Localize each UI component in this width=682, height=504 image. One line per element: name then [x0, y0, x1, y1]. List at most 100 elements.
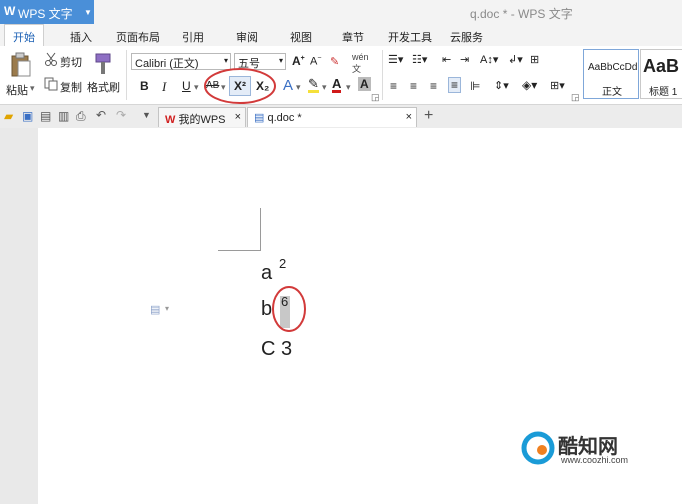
- style-label: 标题 1: [649, 87, 678, 98]
- dialog-launcher-icon[interactable]: ◲: [571, 92, 580, 103]
- tab-review[interactable]: 审阅: [236, 29, 258, 45]
- chevron-down-icon[interactable]: ▾: [165, 304, 169, 313]
- style-heading-1[interactable]: AaB 标题 1: [640, 49, 682, 99]
- tab-developer[interactable]: 开发工具: [388, 29, 432, 45]
- format-painter-icon[interactable]: [92, 52, 114, 76]
- italic-button[interactable]: I: [162, 79, 166, 95]
- undo-icon[interactable]: ↶: [96, 108, 106, 122]
- window-title: q.doc * - WPS 文字: [470, 7, 573, 21]
- chevron-down-icon: ▼: [84, 8, 92, 17]
- doc-line-1-base: a: [261, 262, 273, 284]
- scissors-icon[interactable]: [44, 52, 58, 66]
- highlight-circle-annotation: [204, 68, 276, 104]
- style-preview: AaB: [643, 56, 680, 76]
- text-effect-icon[interactable]: A: [283, 77, 293, 94]
- underline-button[interactable]: U: [182, 79, 191, 93]
- new-tab-button[interactable]: +: [424, 107, 433, 125]
- close-icon[interactable]: ×: [235, 111, 241, 123]
- title-bar: W WPS 文字 ▼ q.doc * - WPS 文字: [0, 0, 682, 24]
- show-marks-icon[interactable]: ↲▾: [508, 53, 523, 66]
- char-shading-icon[interactable]: A: [358, 77, 371, 91]
- decrease-indent-icon[interactable]: ⇤: [442, 53, 451, 66]
- chevron-down-icon: ▾: [278, 56, 283, 65]
- style-label: 正文: [602, 87, 622, 98]
- style-preview: AaBbCcDd: [588, 62, 638, 73]
- paragraph-shading-icon[interactable]: ◈▾: [522, 78, 537, 92]
- shrink-font-icon[interactable]: A−: [310, 55, 321, 68]
- doc-tab-my-wps[interactable]: W 我的WPS ×: [158, 107, 246, 127]
- redo-icon[interactable]: ↷: [116, 108, 126, 122]
- chevron-down-icon[interactable]: ▾: [30, 83, 35, 94]
- doc-tab-q-doc[interactable]: ▤ q.doc * ×: [247, 107, 417, 127]
- separator: [126, 50, 127, 100]
- justify-icon[interactable]: ≡: [448, 77, 462, 93]
- chevron-down-icon: ▾: [223, 56, 228, 65]
- doc-tab-label: q.doc *: [267, 112, 302, 124]
- margin-crop-mark: [218, 250, 261, 251]
- copy-button[interactable]: 复制: [60, 79, 82, 95]
- chevron-down-icon[interactable]: ▾: [194, 82, 199, 93]
- tab-chapter[interactable]: 章节: [342, 29, 364, 45]
- font-color-icon[interactable]: A: [332, 77, 342, 93]
- print-icon[interactable]: ⎙: [76, 109, 86, 124]
- doc-line-1-superscript: 2: [279, 256, 287, 271]
- paste-icon[interactable]: [10, 52, 32, 78]
- align-right-icon[interactable]: ≡: [430, 79, 437, 93]
- document-page[interactable]: ▤ ▾ a 2 b 6 C 3 酷知网 www.coozhi.com: [38, 128, 682, 504]
- document-icon: ▤: [254, 112, 265, 124]
- distribute-icon[interactable]: ⊫: [470, 79, 480, 93]
- copy-icon[interactable]: [44, 77, 58, 91]
- app-menu-button[interactable]: W WPS 文字 ▼: [0, 0, 94, 24]
- doc-line-3-base: C 3: [261, 338, 293, 360]
- align-center-icon[interactable]: ≡: [410, 79, 417, 93]
- sort-icon[interactable]: A↕▾: [480, 53, 498, 66]
- tab-page-layout[interactable]: 页面布局: [116, 29, 160, 45]
- align-left-icon[interactable]: ≡: [390, 79, 397, 93]
- tab-insert[interactable]: 插入: [70, 29, 92, 45]
- highlight-icon[interactable]: ✎: [308, 77, 319, 93]
- format-painter-button[interactable]: 格式刷: [87, 79, 120, 95]
- increase-indent-icon[interactable]: ⇥: [460, 53, 469, 66]
- cut-button[interactable]: 剪切: [60, 54, 82, 70]
- watermark-url: www.coozhi.com: [561, 455, 629, 465]
- coozhi-logo-icon: [521, 431, 555, 465]
- close-icon[interactable]: ×: [406, 111, 412, 123]
- bold-button[interactable]: B: [140, 79, 149, 93]
- margin-crop-mark: [260, 208, 261, 250]
- paste-button[interactable]: 粘贴: [6, 82, 28, 98]
- open-folder-icon[interactable]: ▰: [4, 109, 13, 123]
- tab-references[interactable]: 引用: [182, 29, 204, 45]
- separator: [382, 50, 383, 100]
- doc-tab-label: 我的WPS: [178, 114, 226, 126]
- output-pdf-icon[interactable]: ▤: [40, 109, 51, 123]
- bullets-icon[interactable]: ☰▾: [388, 53, 403, 66]
- chevron-down-icon[interactable]: ▼: [142, 110, 151, 120]
- print-preview-icon[interactable]: ▥: [58, 109, 69, 123]
- left-margin-gutter: [0, 128, 38, 504]
- ribbon: 粘贴 ▾ 剪切 复制 格式刷 Calibri (正文) ▾ 五号 ▾ A+ A−…: [0, 46, 682, 105]
- tab-home[interactable]: 开始: [4, 24, 44, 46]
- paragraph-handle-icon[interactable]: ▤: [150, 303, 160, 316]
- line-spacing-icon[interactable]: ⇕▾: [494, 79, 509, 92]
- save-icon[interactable]: ▣: [22, 109, 33, 123]
- table-icon[interactable]: ⊞: [530, 53, 539, 66]
- phonetic-guide-icon[interactable]: wén 文: [352, 52, 369, 75]
- style-normal[interactable]: AaBbCcDd 正文: [583, 49, 639, 99]
- dialog-launcher-icon[interactable]: ◲: [371, 92, 380, 103]
- borders-icon[interactable]: ⊞▾: [550, 79, 565, 92]
- tab-view[interactable]: 视图: [290, 29, 312, 45]
- font-name-value: Calibri (正文): [135, 58, 199, 70]
- wps-logo-icon: W: [4, 4, 16, 18]
- grow-font-icon[interactable]: A+: [292, 54, 305, 68]
- clear-format-icon[interactable]: ✎: [330, 55, 339, 68]
- tab-cloud[interactable]: 云服务: [450, 29, 483, 45]
- highlight-circle-annotation: [272, 286, 306, 332]
- numbering-icon[interactable]: ☷▾: [412, 53, 427, 66]
- chevron-down-icon[interactable]: ▾: [346, 82, 351, 93]
- ribbon-tabs: 开始 插入 页面布局 引用 审阅 视图 章节 开发工具 云服务: [0, 24, 682, 47]
- app-name: WPS 文字: [18, 7, 73, 21]
- wps-logo-icon: W: [165, 114, 176, 126]
- quick-access-toolbar: ▰ ▣ ▤ ▥ ⎙ ↶ ↷ ▼ W 我的WPS × ▤ q.doc * × +: [0, 105, 682, 129]
- chevron-down-icon[interactable]: ▾: [322, 82, 327, 93]
- chevron-down-icon[interactable]: ▾: [296, 82, 301, 93]
